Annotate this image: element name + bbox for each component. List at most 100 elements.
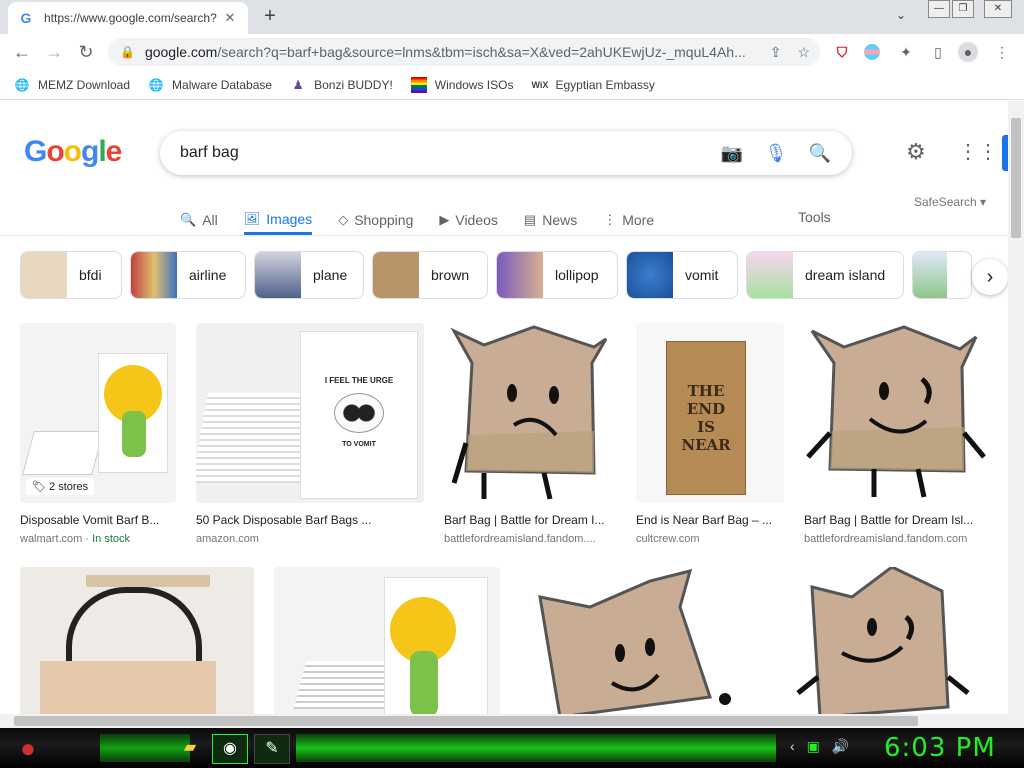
tab-all[interactable]: 🔍 All — [180, 205, 218, 235]
result-image[interactable]: THE END IS NEAR — [636, 323, 784, 503]
network-icon[interactable]: ▣ — [807, 738, 820, 755]
restore-button[interactable]: ❐ — [952, 0, 974, 18]
taskbar-clock[interactable]: 6:03 PM — [884, 733, 996, 763]
result-image[interactable]: 🏷 2 stores — [20, 323, 176, 503]
result-image[interactable] — [804, 323, 990, 503]
share-icon[interactable]: ⇪ — [770, 44, 782, 61]
vomit-drip — [122, 411, 146, 457]
chip-brown[interactable]: brown — [372, 251, 488, 299]
chip-vomit[interactable]: vomit — [626, 251, 738, 299]
vertical-scrollbar-thumb[interactable] — [1011, 118, 1021, 238]
search-box[interactable]: barf bag 📷 🎙 🔍 — [160, 131, 852, 175]
bookmark-star-icon[interactable]: ☆ — [797, 44, 810, 61]
image-result[interactable]: Barf Bag | Battle for Dream I... battlef… — [444, 323, 616, 545]
browser-tab[interactable]: G https://www.google.com/search? ✕ — [8, 2, 248, 34]
result-image[interactable] — [444, 323, 616, 503]
address-bar[interactable]: 🔒 google.com/search?q=barf+bag&source=ln… — [108, 38, 820, 66]
close-window-button[interactable]: ✕ — [984, 0, 1012, 18]
microphone-icon[interactable]: 🎙 — [754, 143, 798, 164]
profile-avatar-icon[interactable]: ● — [958, 42, 978, 62]
image-icon: 🖼 — [243, 210, 261, 226]
search-input[interactable]: barf bag — [180, 144, 710, 162]
tab-images[interactable]: 🖼 Images — [243, 205, 313, 235]
chip-airline[interactable]: airline — [130, 251, 246, 299]
image-result[interactable]: THE END IS NEAR End is Near Barf Bag – .… — [636, 323, 784, 545]
image-result[interactable]: Barf Bag | Battle for Dream Isl... battl… — [804, 323, 990, 545]
safesearch-dropdown[interactable]: SafeSearch ▾ — [914, 195, 986, 209]
close-tab-icon[interactable]: ✕ — [222, 10, 238, 26]
chip-plane[interactable]: plane — [254, 251, 364, 299]
result-image[interactable] — [520, 567, 752, 714]
volume-icon[interactable]: 🔊 — [832, 738, 849, 755]
image-result[interactable] — [20, 567, 254, 714]
search-icon[interactable]: 🔍 — [798, 143, 842, 164]
bookmark-memz[interactable]: 🌐 MEMZ Download — [14, 77, 131, 93]
result-source[interactable]: walmart.com · In stock — [20, 533, 176, 545]
result-caption[interactable]: End is Near Barf Bag – ... — [636, 513, 784, 527]
image-result[interactable] — [520, 567, 752, 714]
result-source[interactable]: battlefordreamisland.fandom.com — [804, 533, 990, 545]
globe-icon: 🌐 — [14, 77, 30, 92]
barf-bag-character-happy — [806, 325, 986, 498]
chrome-menu-icon[interactable]: ⋮ — [992, 42, 1012, 62]
chevron-left-icon[interactable]: ‹ — [790, 738, 795, 755]
apps-grid-icon[interactable]: ⋮⋮⋮ — [958, 139, 1008, 164]
settings-gear-icon[interactable]: ⚙ — [906, 139, 926, 165]
result-image[interactable] — [20, 567, 254, 714]
chip-lollipop[interactable]: lollipop — [496, 251, 618, 299]
tab-news[interactable]: ▤ News — [524, 205, 577, 235]
wix-icon: WiX — [531, 79, 549, 90]
chip-dream-island[interactable]: dream island — [746, 251, 904, 299]
bookmark-egyptian-embassy[interactable]: WiX Egyptian Embassy — [531, 77, 654, 93]
result-image[interactable] — [274, 567, 500, 714]
result-source[interactable]: cultcrew.com — [636, 533, 784, 545]
barf-bag-character-sad — [450, 325, 608, 500]
image-result[interactable] — [274, 567, 500, 714]
stores-badge: 🏷 2 stores — [26, 478, 95, 495]
extension-shield-icon[interactable]: ⛉ — [832, 42, 852, 62]
result-caption[interactable]: Disposable Vomit Barf B... — [20, 513, 176, 527]
forward-arrow-icon[interactable]: → — [38, 36, 70, 68]
source-domain: walmart.com — [20, 533, 83, 545]
side-panel-icon[interactable]: ▯ — [928, 42, 948, 62]
result-caption[interactable]: Barf Bag | Battle for Dream Isl... — [804, 513, 990, 527]
tag-icon: ◇ — [338, 212, 349, 227]
bookmark-label: Windows ISOs — [434, 77, 514, 92]
tab-videos[interactable]: ▶ Videos — [439, 205, 498, 235]
tab-shopping[interactable]: ◇ Shopping — [338, 205, 413, 235]
result-source[interactable]: battlefordreamisland.fandom.... — [444, 533, 616, 545]
extensions-puzzle-icon[interactable]: ✦ — [896, 42, 916, 62]
bookmark-malware-database[interactable]: 🌐 Malware Database — [148, 77, 273, 93]
chevron-right-icon[interactable]: › — [972, 259, 1008, 295]
result-caption[interactable]: 50 Pack Disposable Barf Bags ... — [196, 513, 424, 527]
lock-icon[interactable]: 🔒 — [120, 45, 135, 59]
tools-button[interactable]: Tools — [798, 205, 831, 229]
folder-icon[interactable]: ▰ — [172, 734, 208, 764]
minimize-button[interactable]: — — [928, 0, 950, 18]
chip-more[interactable] — [912, 251, 972, 299]
url-text[interactable]: google.com/search?q=barf+bag&source=lnms… — [145, 44, 770, 60]
image-result[interactable]: I FEEL THE URGE TO VOMIT 50 Pack Disposa… — [196, 323, 424, 545]
back-arrow-icon[interactable]: ← — [6, 36, 38, 68]
result-image[interactable]: I FEEL THE URGE TO VOMIT — [196, 323, 424, 503]
new-tab-button[interactable]: + — [260, 6, 280, 26]
camera-icon[interactable]: 📷 — [710, 143, 754, 164]
image-result[interactable]: 🏷 2 stores Disposable Vomit Barf B... wa… — [20, 323, 176, 545]
google-logo[interactable]: Google — [24, 135, 122, 169]
horizontal-scrollbar-thumb[interactable] — [14, 716, 918, 726]
tab-search-chevron-icon[interactable]: ⌄ — [896, 8, 906, 22]
chip-bfdi[interactable]: bfdi — [20, 251, 122, 299]
result-image[interactable] — [772, 567, 990, 714]
flag-extension-icon[interactable] — [864, 44, 880, 60]
chrome-taskbar-icon[interactable]: ◉ — [212, 734, 248, 764]
bookmark-windows-isos[interactable]: Windows ISOs — [410, 76, 514, 93]
bookmark-bonzi[interactable]: ♟ Bonzi BUDDY! — [290, 77, 393, 93]
reload-icon[interactable]: ↻ — [70, 36, 102, 68]
tab-more[interactable]: ⋮ More — [603, 205, 654, 235]
paint-taskbar-icon[interactable]: ✎ — [254, 734, 290, 764]
angry-bird-start-icon[interactable]: ● — [8, 730, 48, 766]
url-host: google.com — [144, 44, 218, 60]
result-caption[interactable]: Barf Bag | Battle for Dream I... — [444, 513, 616, 527]
image-result[interactable] — [772, 567, 990, 714]
result-source[interactable]: amazon.com — [196, 533, 424, 545]
